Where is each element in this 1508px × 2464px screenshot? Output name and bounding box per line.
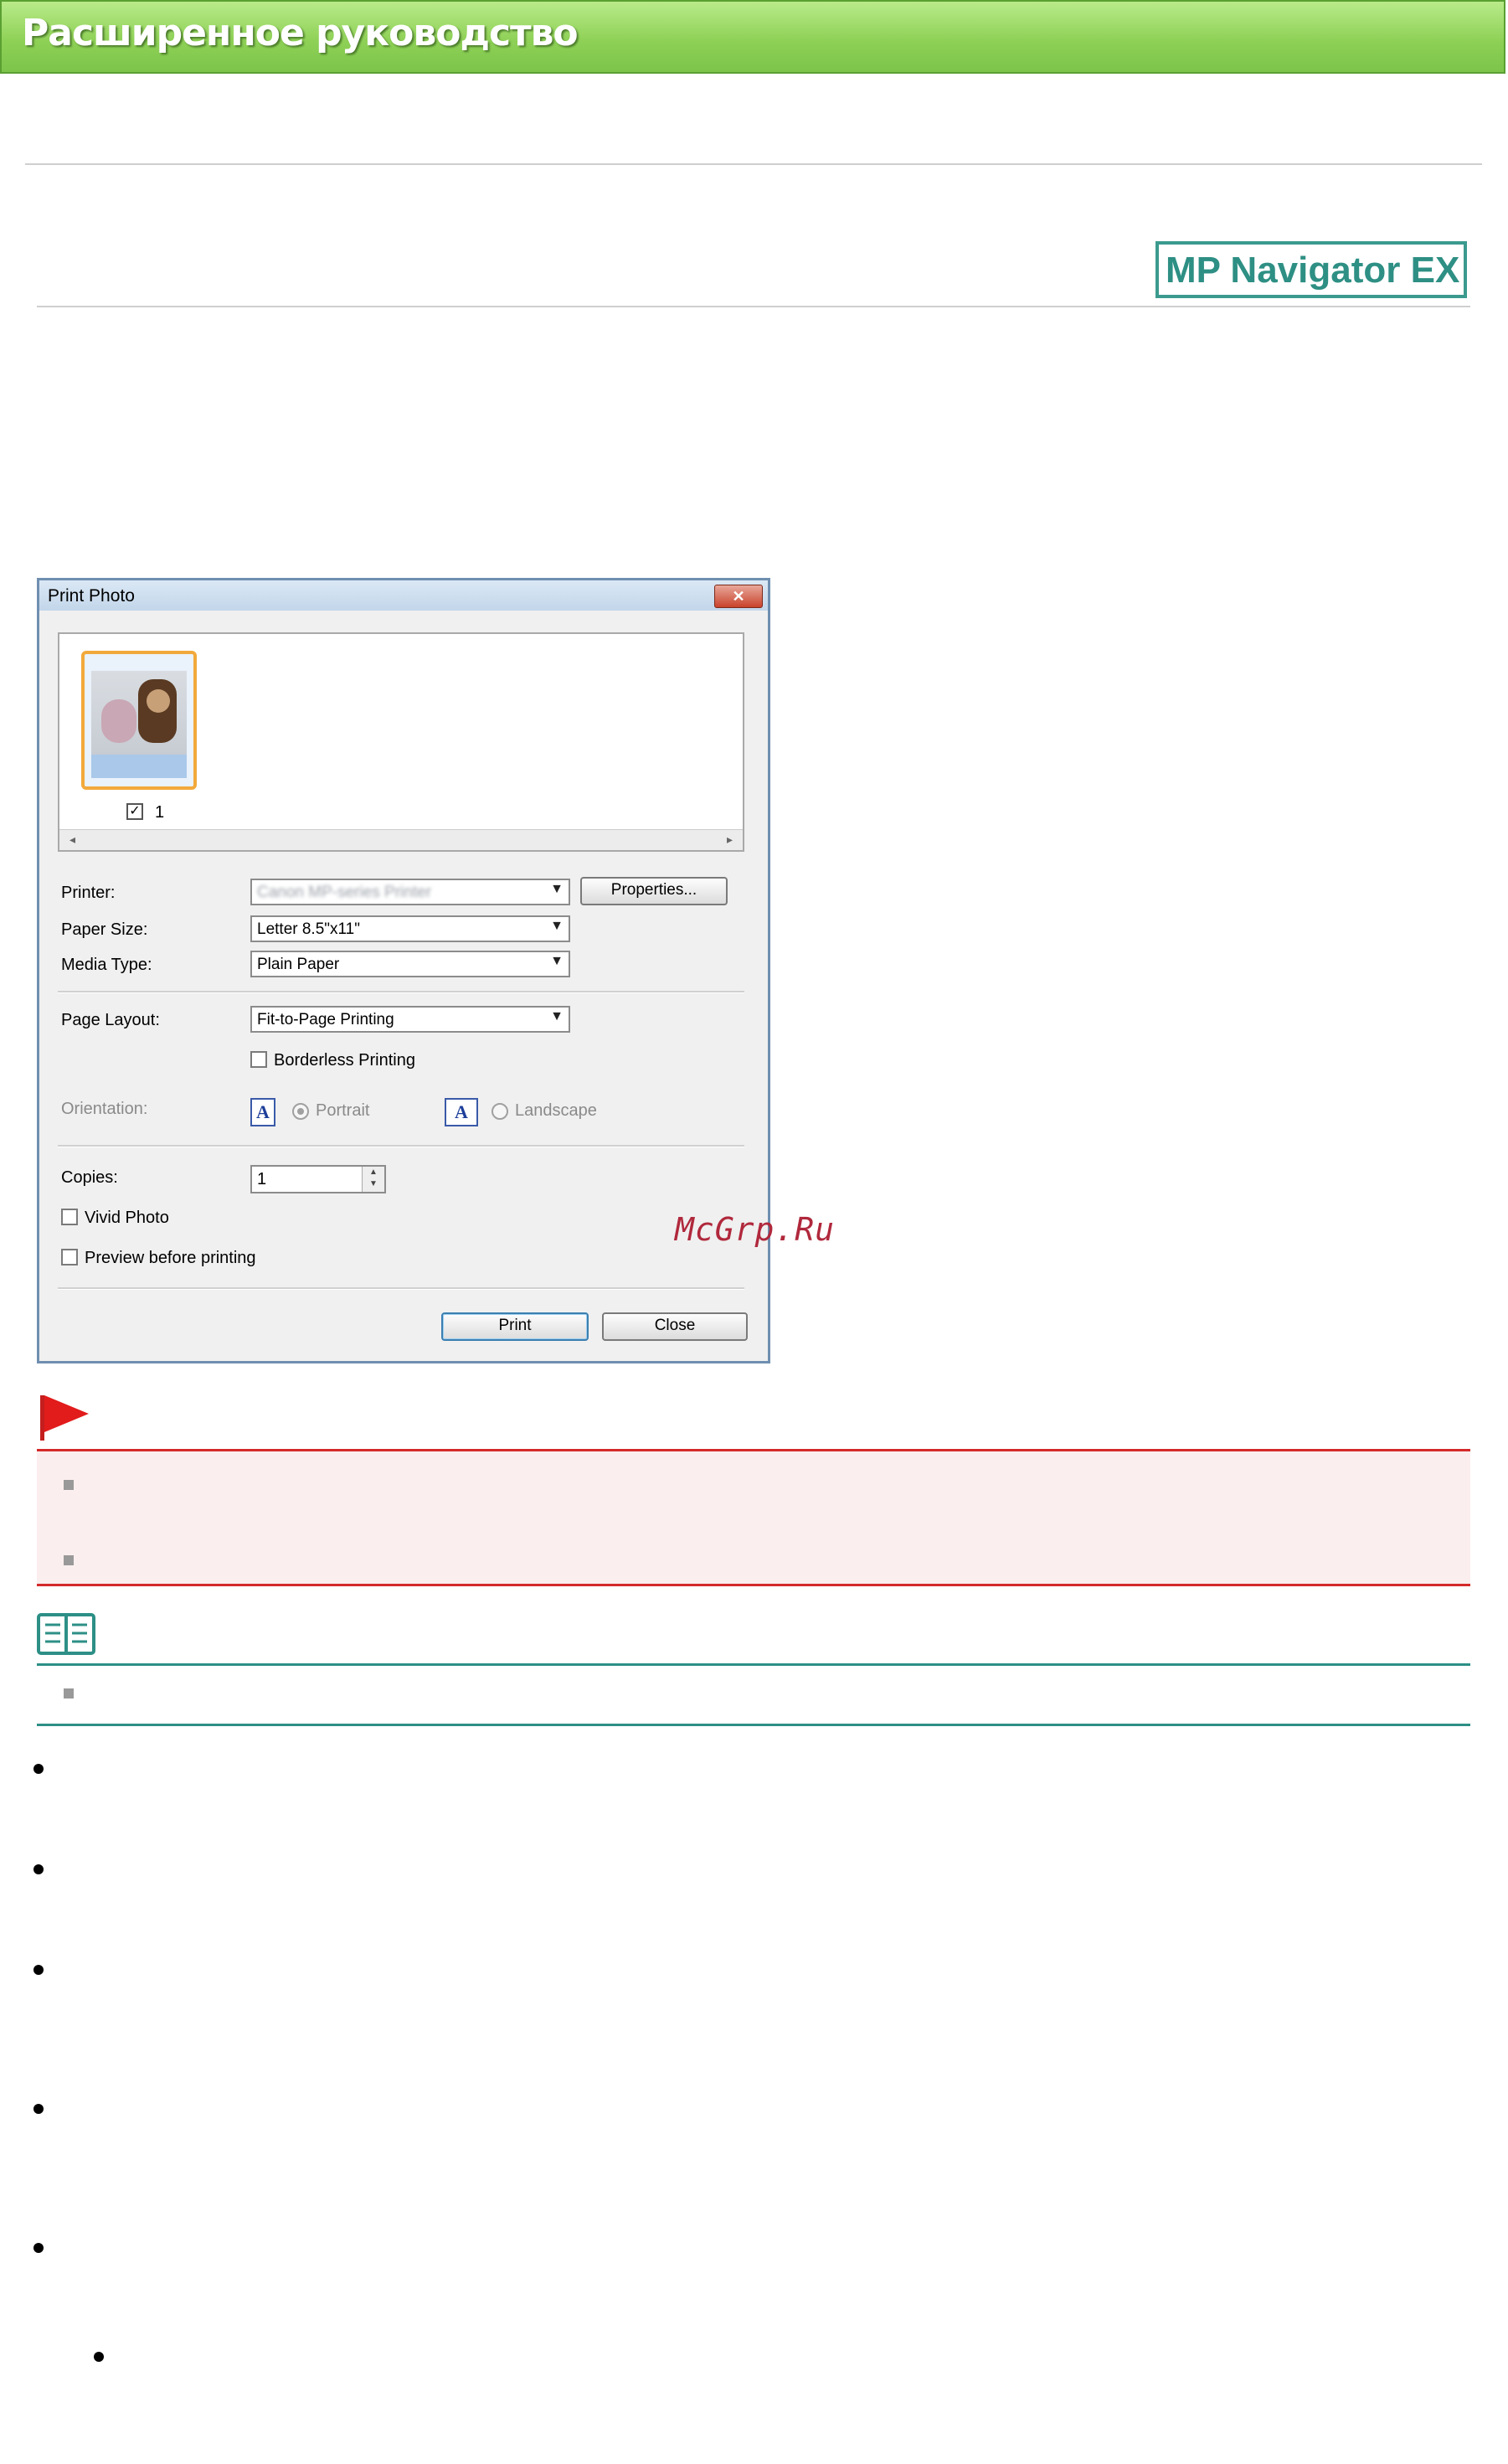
photo-image xyxy=(91,671,187,755)
banner-title: Расширенное руководство xyxy=(22,12,579,54)
paper-size-value: Letter 8.5"x11" xyxy=(257,920,360,938)
print-photo-dialog: Print Photo ✕ ✓ 1 ◂ ▸ Printer: Canon MP-… xyxy=(37,578,770,1363)
media-type-value: Plain Paper xyxy=(257,956,340,973)
photo-thumbnail[interactable] xyxy=(81,651,197,790)
dialog-titlebar: Print Photo ✕ xyxy=(39,580,768,611)
scroll-right-icon[interactable]: ▸ xyxy=(727,833,733,847)
note-book-icon xyxy=(37,1613,95,1655)
chevron-down-icon: ▼ xyxy=(550,882,564,896)
thumbnail-number: 1 xyxy=(155,803,165,822)
thumbnail-area: ✓ 1 ◂ ▸ xyxy=(58,632,744,852)
page-layout-select[interactable]: Fit-to-Page Printing ▼ xyxy=(250,1006,570,1033)
divider-title xyxy=(37,306,1470,307)
landscape-radio[interactable] xyxy=(492,1103,508,1120)
close-icon[interactable]: ✕ xyxy=(714,585,763,608)
important-flag-icon xyxy=(40,1395,89,1441)
portrait-radio[interactable] xyxy=(292,1103,309,1120)
watermark: McGrp.Ru xyxy=(675,1211,836,1248)
stepper-arrows[interactable]: ▲ ▼ xyxy=(362,1167,384,1192)
separator xyxy=(58,991,744,993)
list-bullet xyxy=(33,1764,44,1774)
scroll-left-icon[interactable]: ◂ xyxy=(69,833,75,847)
separator xyxy=(58,1145,744,1147)
media-type-label: Media Type: xyxy=(61,956,152,974)
print-button[interactable]: Print xyxy=(441,1312,589,1341)
landscape-label: Landscape xyxy=(515,1101,597,1120)
divider-top xyxy=(25,163,1482,165)
list-bullet xyxy=(33,1965,44,1975)
list-bullet xyxy=(33,1864,44,1874)
media-type-select[interactable]: Plain Paper ▼ xyxy=(250,951,570,977)
horizontal-scrollbar[interactable]: ◂ ▸ xyxy=(59,829,743,850)
preview-checkbox[interactable] xyxy=(61,1249,78,1266)
bullet-square-icon xyxy=(64,1480,74,1490)
photo-blank-area xyxy=(91,755,187,778)
close-button[interactable]: Close xyxy=(602,1312,748,1341)
bullet-square-icon xyxy=(64,1688,74,1699)
page-layout-label: Page Layout: xyxy=(61,1011,160,1029)
landscape-icon: A xyxy=(445,1098,478,1126)
preview-label: Preview before printing xyxy=(85,1249,256,1267)
chevron-down-icon: ▼ xyxy=(550,954,564,968)
vivid-photo-label: Vivid Photo xyxy=(85,1209,169,1227)
important-box xyxy=(37,1449,1470,1586)
borderless-label: Borderless Printing xyxy=(274,1051,415,1070)
orientation-label: Orientation: xyxy=(61,1100,148,1118)
chevron-down-icon: ▼ xyxy=(550,919,564,933)
properties-button[interactable]: Properties... xyxy=(580,877,728,905)
spin-up-icon[interactable]: ▲ xyxy=(363,1167,384,1178)
teddy-bear-shape xyxy=(101,699,136,743)
paper-size-label: Paper Size: xyxy=(61,920,148,939)
printer-value: Canon MP-series Printer xyxy=(257,884,432,901)
app-badge-label: MP Navigator EX xyxy=(1166,250,1460,291)
vivid-photo-checkbox[interactable] xyxy=(61,1209,78,1225)
borderless-checkbox[interactable] xyxy=(250,1051,267,1068)
copies-label: Copies: xyxy=(61,1168,118,1187)
printer-select[interactable]: Canon MP-series Printer ▼ xyxy=(250,879,570,905)
printer-label: Printer: xyxy=(61,884,116,902)
bullet-square-icon xyxy=(64,1555,74,1565)
dialog-title: Print Photo xyxy=(48,586,135,606)
copies-stepper[interactable]: 1 ▲ ▼ xyxy=(250,1165,386,1193)
list-bullet-nested xyxy=(94,2352,104,2362)
page-layout-value: Fit-to-Page Printing xyxy=(257,1011,394,1028)
note-top-rule xyxy=(37,1663,1470,1666)
copies-value: 1 xyxy=(257,1170,267,1188)
chevron-down-icon: ▼ xyxy=(550,1009,564,1023)
thumbnail-checkbox[interactable]: ✓ xyxy=(126,803,143,820)
dog-face-shape xyxy=(147,689,170,713)
portrait-label: Portrait xyxy=(316,1101,370,1120)
spin-down-icon[interactable]: ▼ xyxy=(363,1178,384,1190)
separator xyxy=(58,1287,744,1290)
portrait-icon: A xyxy=(250,1098,275,1126)
paper-size-select[interactable]: Letter 8.5"x11" ▼ xyxy=(250,915,570,942)
header-banner: Расширенное руководство xyxy=(0,0,1505,74)
app-badge: MP Navigator EX xyxy=(1155,241,1467,298)
list-bullet xyxy=(33,2104,44,2114)
list-bullet xyxy=(33,2243,44,2253)
note-bottom-rule xyxy=(37,1724,1470,1726)
